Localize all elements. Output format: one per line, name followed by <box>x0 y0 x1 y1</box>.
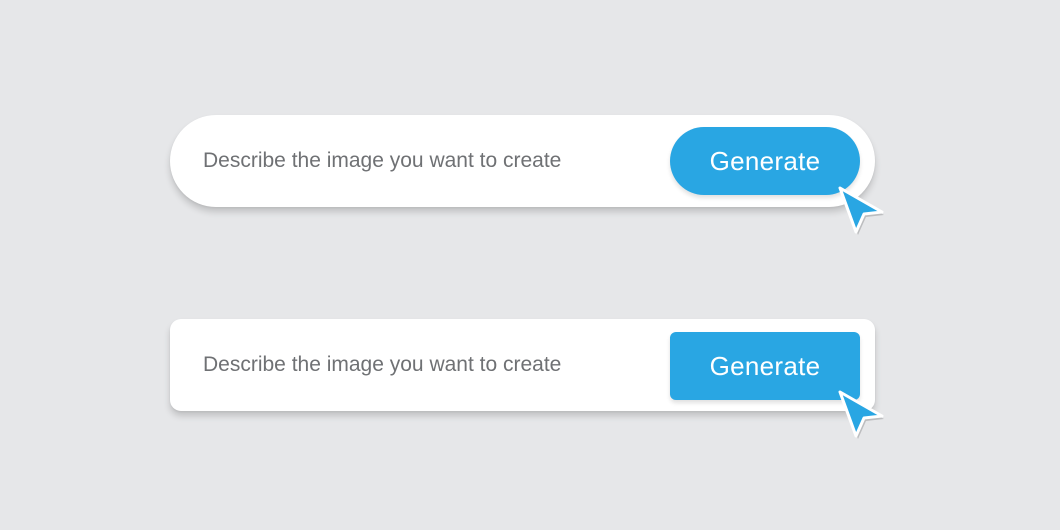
arrow-cursor-icon <box>838 390 884 439</box>
rounded-prompt-bar: Generate <box>170 115 875 207</box>
arrow-cursor-icon <box>838 186 884 235</box>
prompt-input[interactable] <box>203 115 643 207</box>
generate-button[interactable]: Generate <box>670 127 860 195</box>
generate-button[interactable]: Generate <box>670 332 860 400</box>
prompt-input[interactable] <box>203 319 643 411</box>
square-prompt-bar: Generate <box>170 319 875 411</box>
